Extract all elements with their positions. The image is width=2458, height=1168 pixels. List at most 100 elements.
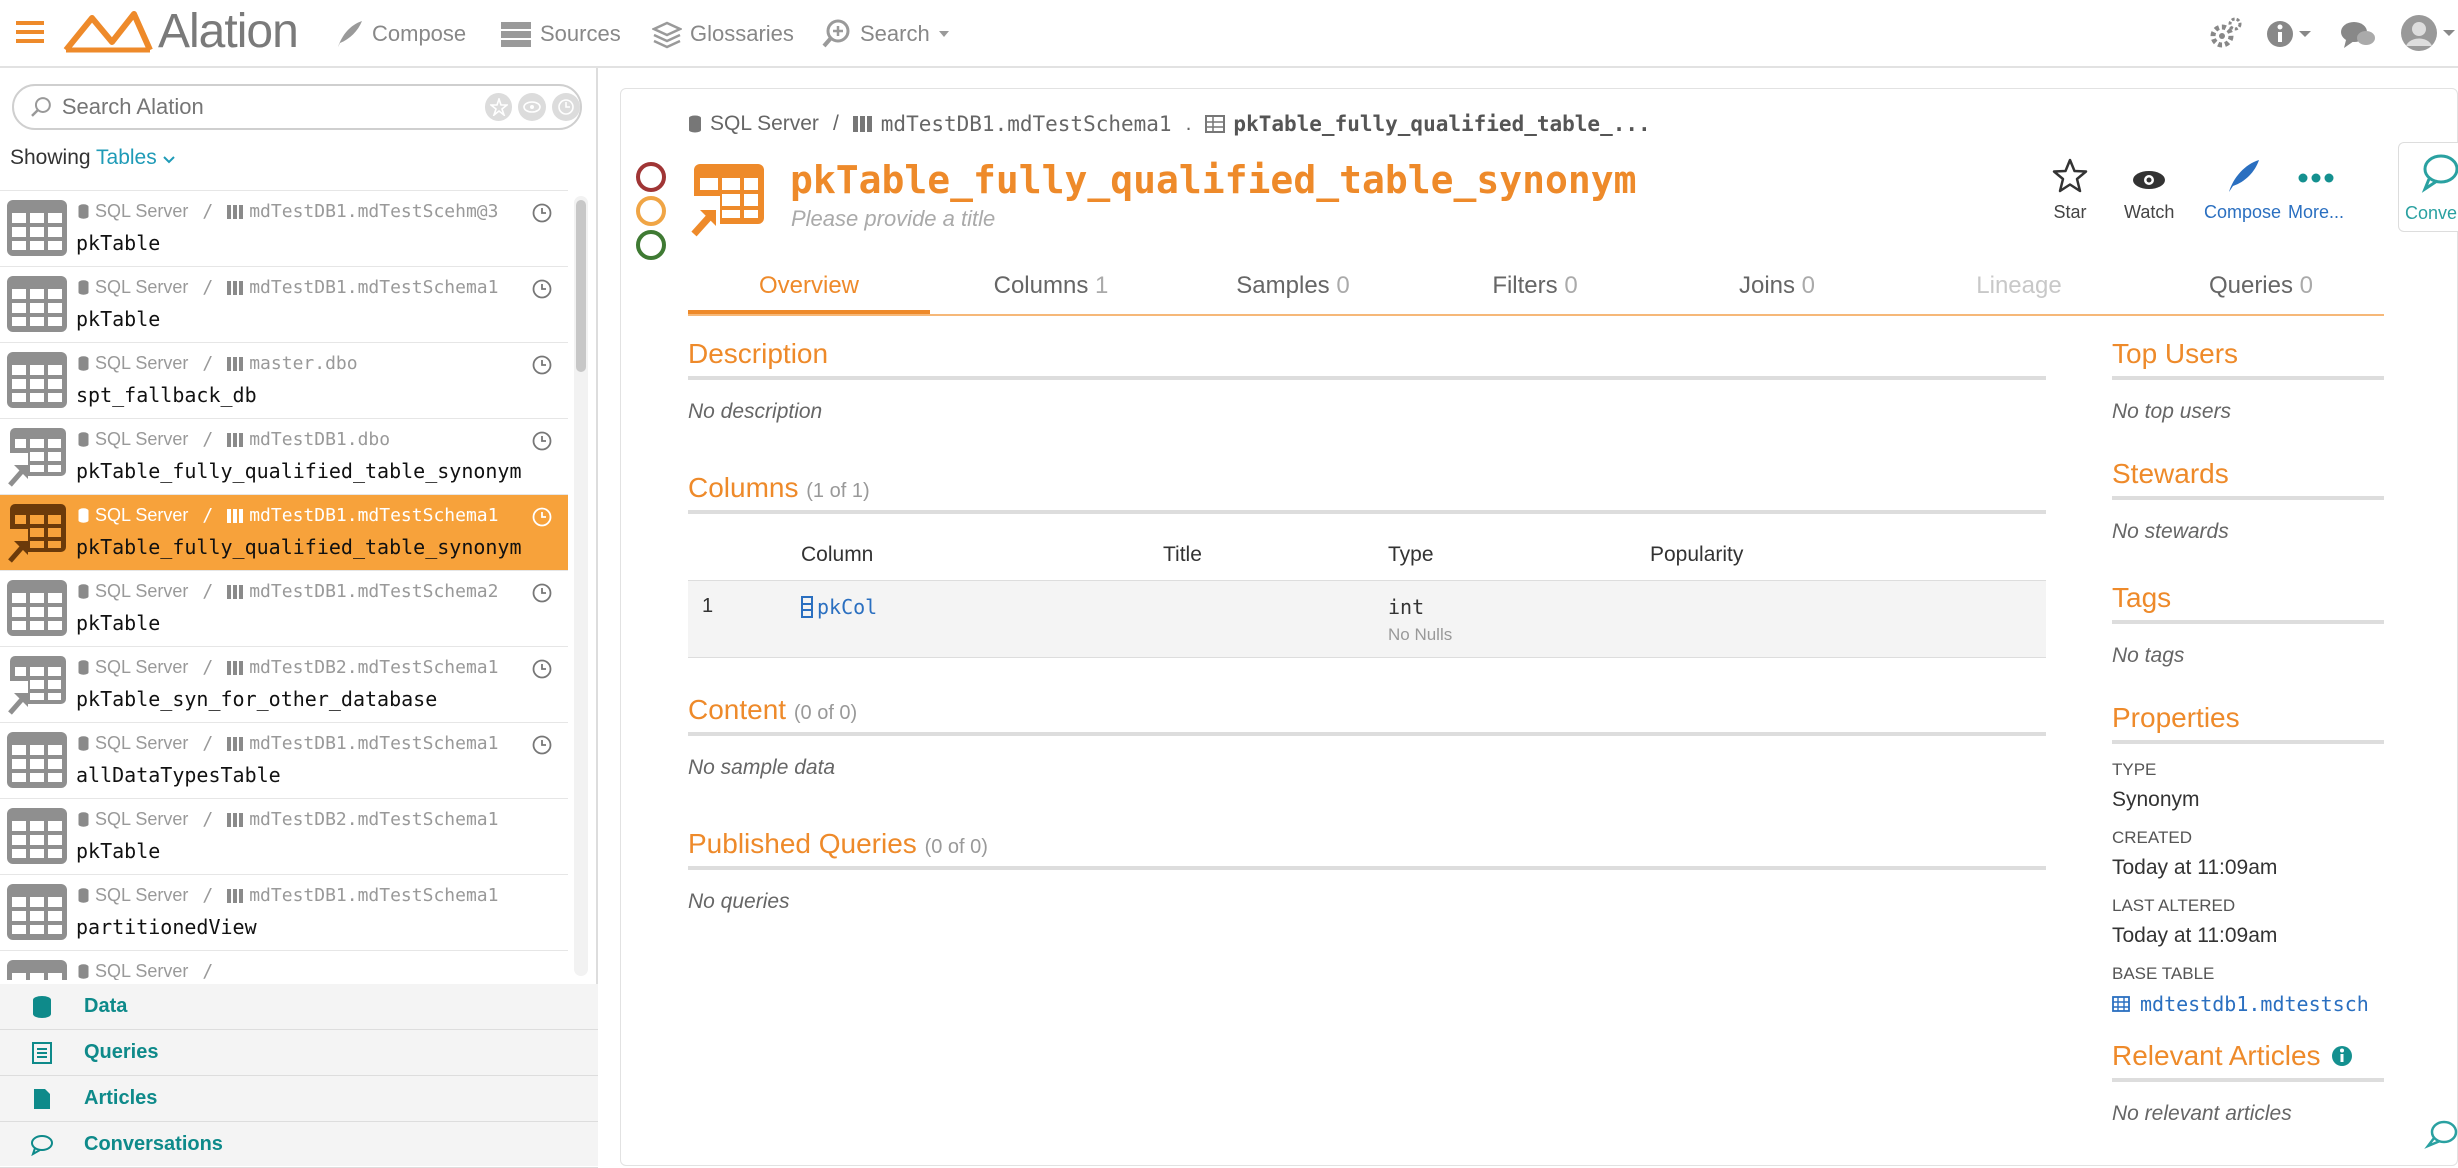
alation-logo-icon[interactable] xyxy=(62,6,154,62)
description-empty[interactable]: No description xyxy=(688,400,2046,424)
breadcrumb-schema[interactable]: mdTestDB1.mdTestSchema1 xyxy=(881,112,1172,136)
schema-grid-icon xyxy=(227,812,244,827)
list-item-name: pkTable xyxy=(76,231,161,255)
hamburger-menu-icon[interactable] xyxy=(16,18,44,46)
object-subtitle-input[interactable]: Please provide a title xyxy=(791,206,995,232)
tab-columns[interactable]: Columns 1 xyxy=(930,260,1172,314)
clock-icon[interactable] xyxy=(532,659,552,679)
trust-flag-warning-icon[interactable] xyxy=(636,196,666,226)
list-item[interactable]: SQL Server / mdTestDB1.mdTestScehm@3 pkTabl… xyxy=(0,191,568,267)
user-menu[interactable] xyxy=(2400,14,2456,52)
list-item-source: SQL Server xyxy=(95,353,189,373)
tab-filters[interactable]: Filters 0 xyxy=(1414,260,1656,314)
list-item-source: SQL Server xyxy=(95,581,189,601)
star-button[interactable]: Star xyxy=(2052,158,2088,223)
row-column-link[interactable]: pkCol xyxy=(801,595,877,619)
conversation-tab[interactable]: Conver xyxy=(2398,142,2458,232)
list-item-schema: mdTestDB1.mdTestSchema1 xyxy=(249,277,499,298)
top-users-empty: No top users xyxy=(2112,400,2232,423)
list-item-name: pkTable xyxy=(76,307,161,331)
prop-altered-label: LAST ALTERED xyxy=(2112,896,2236,915)
properties-heading: Properties xyxy=(2112,702,2384,744)
bottom-nav-queries[interactable]: Queries xyxy=(0,1030,598,1076)
list-scrollbar-thumb[interactable] xyxy=(576,200,586,372)
database-icon xyxy=(78,584,89,599)
tags-empty[interactable]: No tags xyxy=(2112,644,2384,668)
showing-value[interactable]: Tables xyxy=(96,146,157,169)
nav-compose[interactable]: Compose xyxy=(334,18,466,50)
showing-filter[interactable]: Showing Tables xyxy=(10,146,175,170)
list-item[interactable]: SQL Server / mdTestDB1.mdTestSchema1 partit… xyxy=(0,875,568,951)
compose-button[interactable]: Compose xyxy=(2204,158,2281,223)
synonym-icon xyxy=(6,656,66,717)
help-chat-icon[interactable] xyxy=(2424,1118,2458,1152)
stewards-empty[interactable]: No stewards xyxy=(2112,520,2384,544)
clock-icon[interactable] xyxy=(532,507,552,527)
prop-type-value: Synonym xyxy=(2112,788,2200,811)
star-filter-icon[interactable] xyxy=(484,93,513,121)
list-item[interactable]: SQL Server / mdTestDB1.mdTestSchema1 allDat… xyxy=(0,723,568,799)
clock-icon[interactable] xyxy=(532,355,552,375)
logo-text[interactable]: Alation xyxy=(158,4,299,59)
search-input[interactable] xyxy=(61,94,479,120)
bottom-nav-articles[interactable]: Articles xyxy=(0,1076,598,1122)
col-header-title[interactable]: Title xyxy=(1163,543,1202,567)
more-button[interactable]: More... xyxy=(2288,158,2344,223)
col-header-type[interactable]: Type xyxy=(1388,543,1434,567)
list-item[interactable]: SQL Server / master.dbo spt_fallback_db xyxy=(0,343,568,419)
gear-icon[interactable] xyxy=(2208,16,2242,50)
list-item-schema: master.dbo xyxy=(249,353,358,374)
tab-overview[interactable]: Overview xyxy=(688,260,930,314)
nav-search[interactable]: Search xyxy=(822,18,950,50)
table-icon xyxy=(7,884,67,940)
trust-flag-endorsed-icon[interactable] xyxy=(636,230,666,260)
watch-button[interactable]: Watch xyxy=(2124,158,2174,223)
conversation-tab-label: Conver xyxy=(2405,203,2458,223)
chat-bubbles-icon[interactable] xyxy=(2340,20,2376,50)
clock-icon[interactable] xyxy=(532,735,552,755)
prop-base-link[interactable]: mdtestdb1.mdtestsch xyxy=(2112,992,2384,1016)
clock-icon[interactable] xyxy=(532,203,552,223)
watch-filter-icon[interactable] xyxy=(518,93,547,121)
help-menu[interactable] xyxy=(2266,20,2312,48)
list-item[interactable]: SQL Server / mdTestDB1.dbo pkTable_fully_qu… xyxy=(0,419,568,495)
col-header-popularity[interactable]: Popularity xyxy=(1650,543,1743,567)
list-item-name: allDataTypesTable xyxy=(76,763,281,787)
list-item-schema: mdTestDB1.mdTestSchema1 xyxy=(249,885,499,906)
list-item-source: SQL Server xyxy=(95,429,189,449)
list-item[interactable]: SQL Server / mdTestDB1.mdTestSchema1 pkTabl… xyxy=(0,495,568,571)
nav-sources[interactable]: Sources xyxy=(500,18,621,50)
list-item[interactable]: SQL Server / xyxy=(0,951,568,980)
table-icon xyxy=(7,200,67,256)
nav-search-label: Search xyxy=(860,21,930,46)
bottom-nav-data[interactable]: Data xyxy=(0,984,598,1030)
tab-joins[interactable]: Joins 0 xyxy=(1656,260,1898,314)
bottom-nav-conversations[interactable]: Conversations xyxy=(0,1122,598,1168)
tab-queries[interactable]: Queries 0 xyxy=(2140,260,2382,314)
recent-filter-icon[interactable] xyxy=(552,93,580,121)
list-item[interactable]: SQL Server / mdTestDB2.mdTestSchema1 pkTabl… xyxy=(0,647,568,723)
database-icon xyxy=(78,660,89,675)
published-heading: Published Queries (0 of 0) xyxy=(688,828,2046,870)
schema-grid-icon xyxy=(227,660,244,675)
schema-grid-icon xyxy=(227,204,244,219)
tab-samples[interactable]: Samples 0 xyxy=(1172,260,1414,314)
nav-glossaries[interactable]: Glossaries xyxy=(652,18,794,50)
schema-grid-icon xyxy=(852,116,872,132)
prop-altered-value: Today at 11:09am xyxy=(2112,924,2278,947)
nav-sources-label: Sources xyxy=(540,21,621,46)
clock-icon[interactable] xyxy=(532,279,552,299)
list-item-schema: mdTestDB1.mdTestSchema1 xyxy=(249,733,499,754)
trust-flag-deprecated-icon[interactable] xyxy=(636,162,666,192)
col-header-column[interactable]: Column xyxy=(801,543,873,567)
list-item[interactable]: SQL Server / mdTestDB2.mdTestSchema1 pkTabl… xyxy=(0,799,568,875)
speech-bubble-icon xyxy=(2421,154,2458,193)
info-icon[interactable] xyxy=(2331,1045,2353,1067)
list-item[interactable]: SQL Server / mdTestDB1.mdTestSchema2 pkTabl… xyxy=(0,571,568,647)
breadcrumb-source[interactable]: SQL Server xyxy=(710,112,819,136)
tab-lineage[interactable]: Lineage xyxy=(1898,260,2140,314)
list-item[interactable]: SQL Server / mdTestDB1.mdTestSchema1 pkTabl… xyxy=(0,267,568,343)
clock-icon[interactable] xyxy=(532,583,552,603)
row-nulls-note: No Nulls xyxy=(1388,625,1453,644)
clock-icon[interactable] xyxy=(532,431,552,451)
